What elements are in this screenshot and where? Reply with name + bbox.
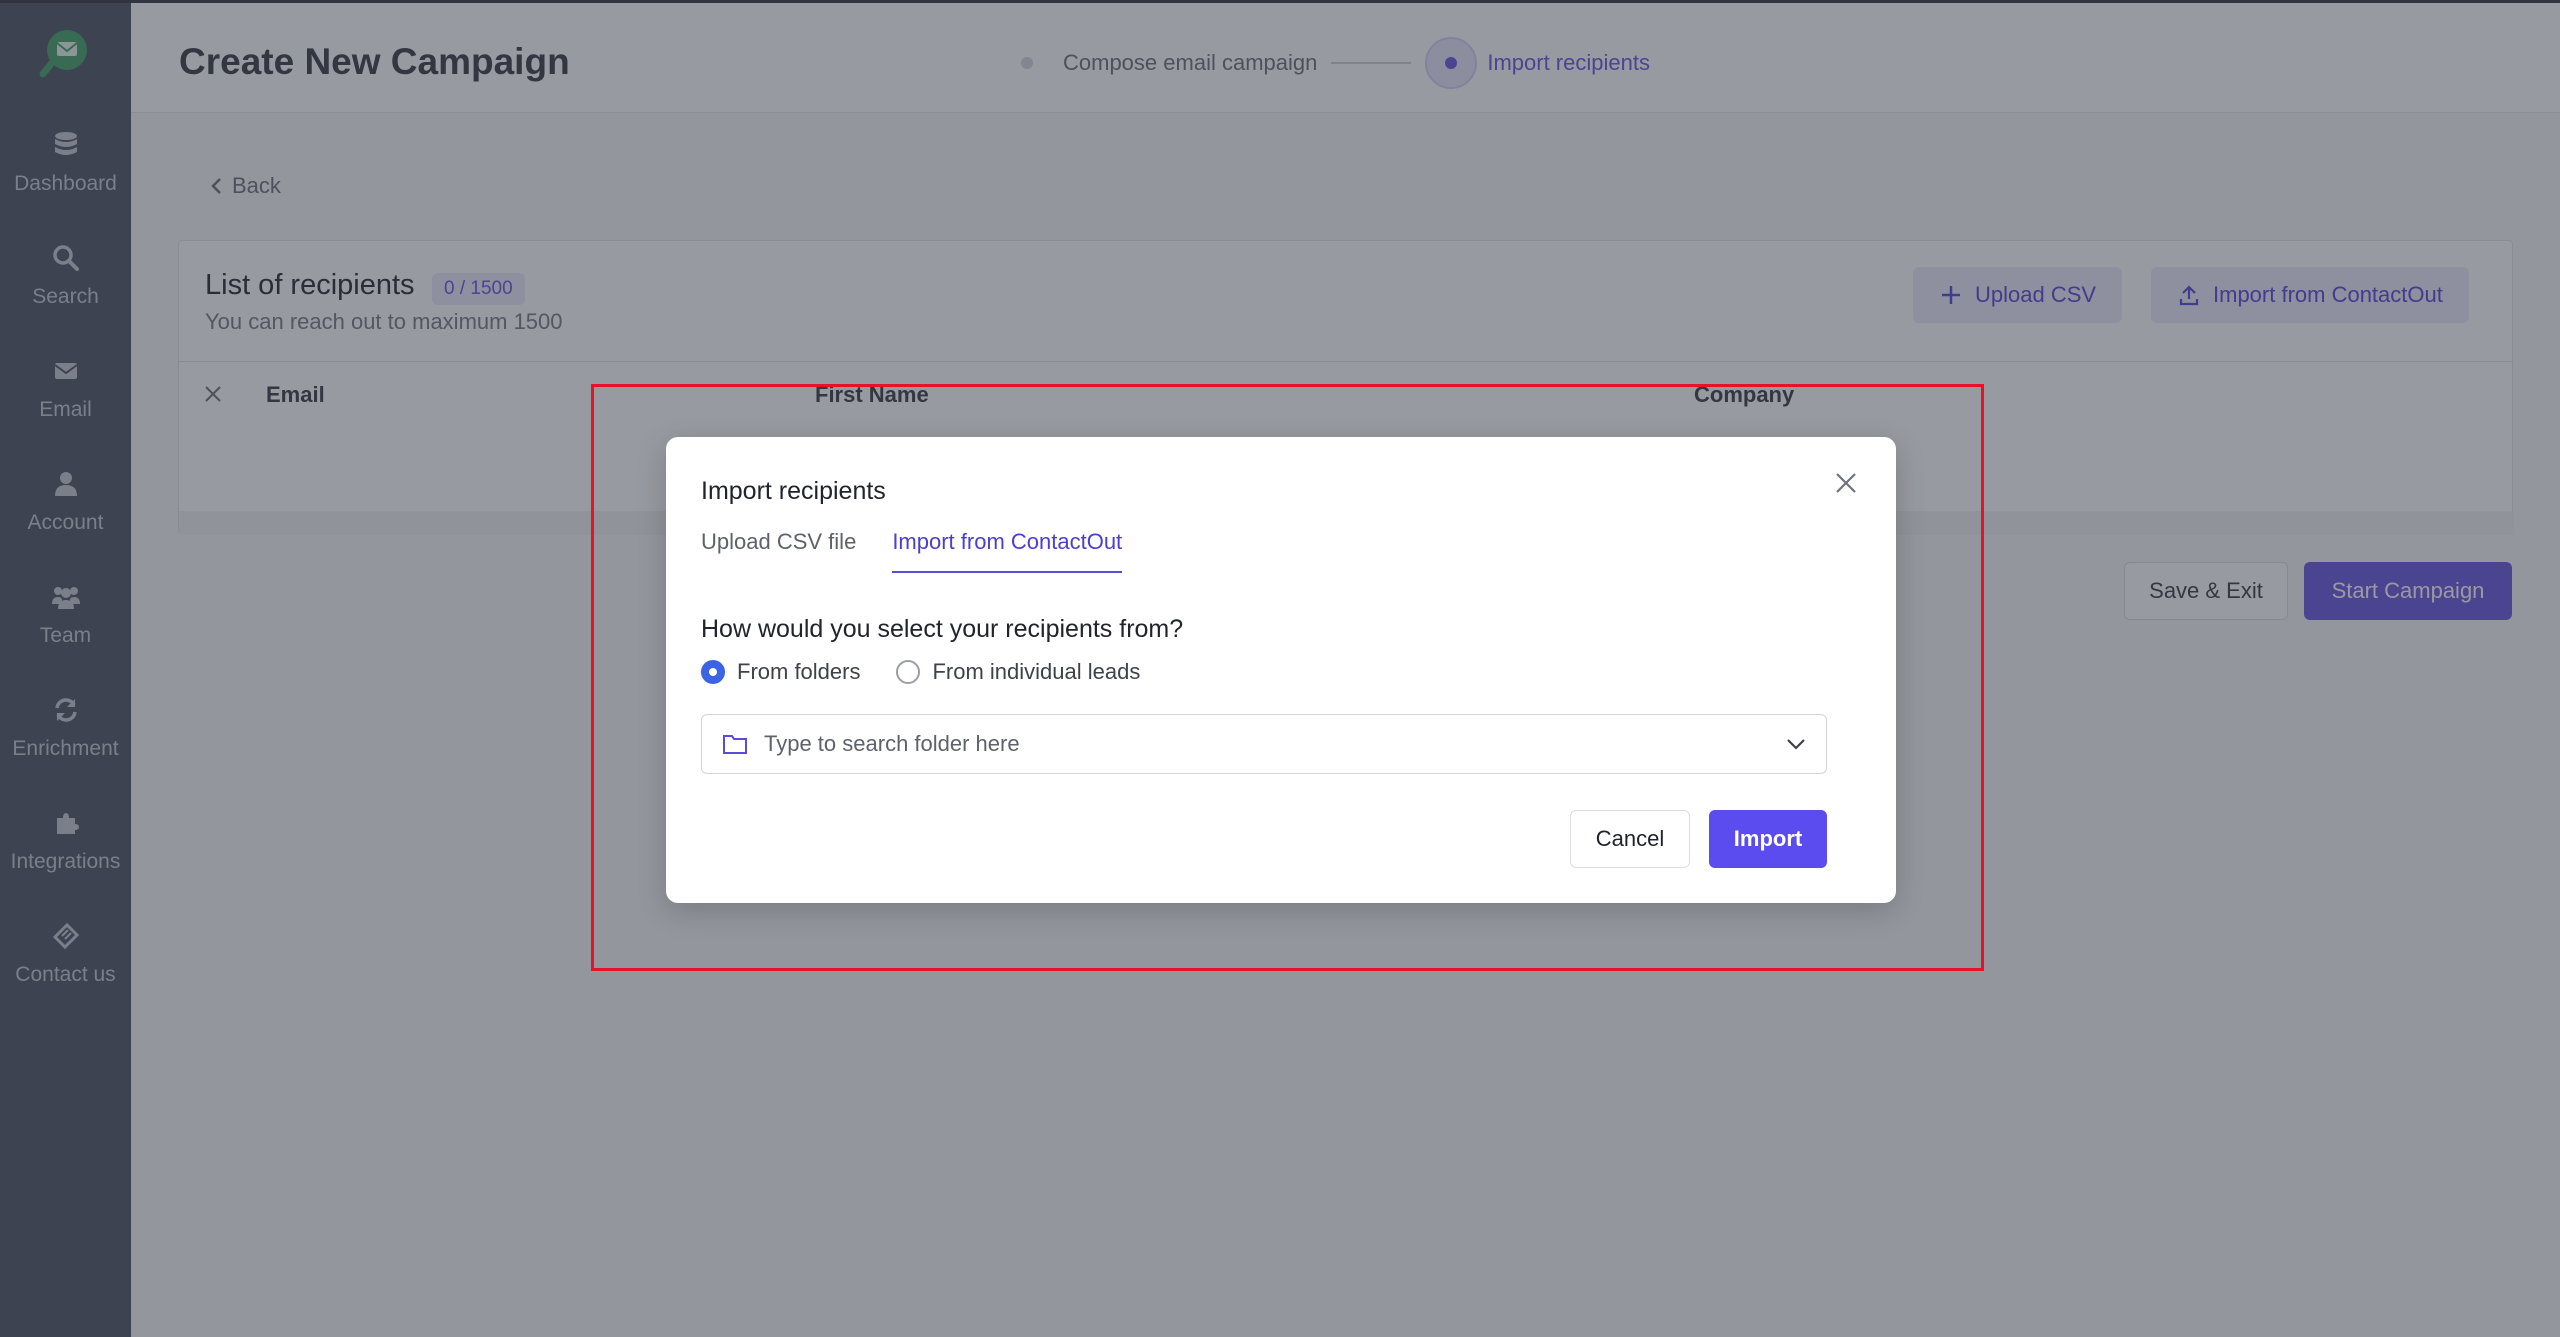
- modal-tabs: Upload CSV file Import from ContactOut: [701, 527, 1158, 573]
- modal-close-button[interactable]: [1826, 463, 1866, 503]
- folder-icon: [723, 735, 747, 754]
- tab-upload-csv[interactable]: Upload CSV file: [701, 527, 856, 573]
- folder-search-select[interactable]: Type to search folder here: [701, 714, 1827, 774]
- import-button[interactable]: Import: [1709, 810, 1827, 868]
- folder-search-placeholder: Type to search folder here: [764, 731, 1020, 756]
- radio-from-individual-leads[interactable]: From individual leads: [896, 659, 1140, 685]
- radio-label: From folders: [737, 659, 861, 684]
- cancel-button[interactable]: Cancel: [1570, 810, 1690, 868]
- selection-question: How would you select your recipients fro…: [701, 615, 1184, 643]
- import-recipients-modal: Import recipients Upload CSV file Import…: [666, 437, 1896, 903]
- modal-title: Import recipients: [701, 477, 886, 505]
- radio-from-folders[interactable]: From folders: [701, 659, 860, 685]
- chevron-down-icon: [1787, 739, 1805, 750]
- selection-radio-group: From folders From individual leads: [701, 659, 1176, 685]
- tab-import-contactout[interactable]: Import from ContactOut: [892, 527, 1123, 573]
- close-icon: [1836, 473, 1856, 493]
- radio-indicator[interactable]: [896, 660, 921, 684]
- radio-label: From individual leads: [932, 659, 1141, 684]
- radio-indicator-checked[interactable]: [701, 660, 725, 684]
